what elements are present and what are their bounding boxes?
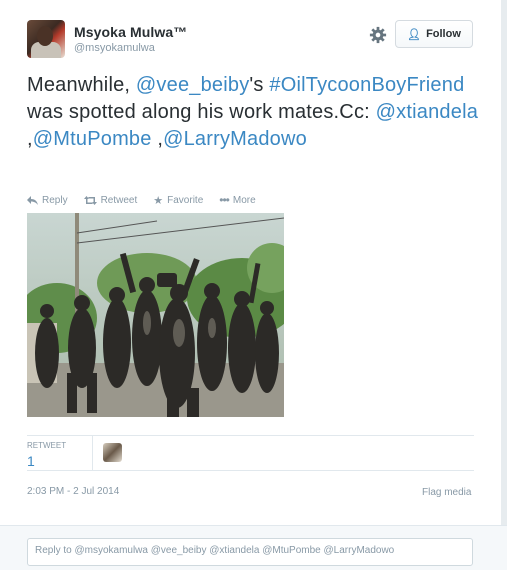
reply-area: Reply to @msyokamulwa @vee_beiby @xtiand… [0,525,507,570]
tweet-text-segment: Meanwhile, [27,74,136,96]
retweeter-avatar[interactable] [103,443,122,462]
flag-media-link[interactable]: Flag media [422,487,471,498]
more-action[interactable]: ••• More [219,193,255,207]
hashtag-link[interactable]: #OilTycoonBoyFriend [269,74,464,96]
tweet-text-segment: 's [249,74,270,96]
follow-user-icon: 👤︎ [407,28,422,41]
retweet-count[interactable]: 1 [27,453,35,469]
gear-icon[interactable] [369,26,387,44]
retweet-icon [83,195,97,205]
mention-link[interactable]: @xtiandela [376,101,478,123]
favorite-label: Favorite [167,194,204,206]
tweet-header: Msyoka Mulwa™ @msyokamulwa 👤︎ Follow [27,20,487,64]
reply-action[interactable]: Reply [27,193,68,207]
tweet-text-segment: , [151,128,164,150]
mention-link[interactable]: @LarryMadowo [163,128,307,150]
user-handle[interactable]: @msyokamulwa [74,42,155,54]
more-label: More [232,194,256,206]
retweet-stat-label: RETWEET [27,441,67,450]
tweet-text-segment: was spotted along his work mates.Cc: [27,101,376,123]
divider [27,435,474,436]
stat-separator [92,436,93,470]
tweet-text: Meanwhile, @vee_beiby's #OilTycoonBoyFri… [27,72,487,153]
tweet-actions: Reply Retweet ★ Favorite ••• More [27,193,256,207]
avatar[interactable] [27,20,65,58]
mention-link[interactable]: @MtuPombe [33,128,152,150]
follow-button[interactable]: 👤︎ Follow [395,20,473,48]
reply-input[interactable]: Reply to @msyokamulwa @vee_beiby @xtiand… [27,538,473,566]
tweet-photo[interactable] [27,213,284,417]
retweet-action[interactable]: Retweet [83,193,138,207]
user-name[interactable]: Msyoka Mulwa™ [74,24,187,40]
divider [27,470,474,471]
favorite-action[interactable]: ★ Favorite [153,193,203,207]
star-icon: ★ [153,194,164,207]
mention-link[interactable]: @vee_beiby [136,74,249,96]
retweet-label: Retweet [100,194,138,206]
tweet-timestamp: 2:03 PM - 2 Jul 2014 [27,486,120,497]
follow-label: Follow [426,28,461,40]
more-icon: ••• [219,193,230,207]
photo-image [27,213,284,417]
reply-label: Reply [42,194,68,206]
scrollbar-track[interactable] [501,0,507,569]
reply-icon [27,195,38,205]
